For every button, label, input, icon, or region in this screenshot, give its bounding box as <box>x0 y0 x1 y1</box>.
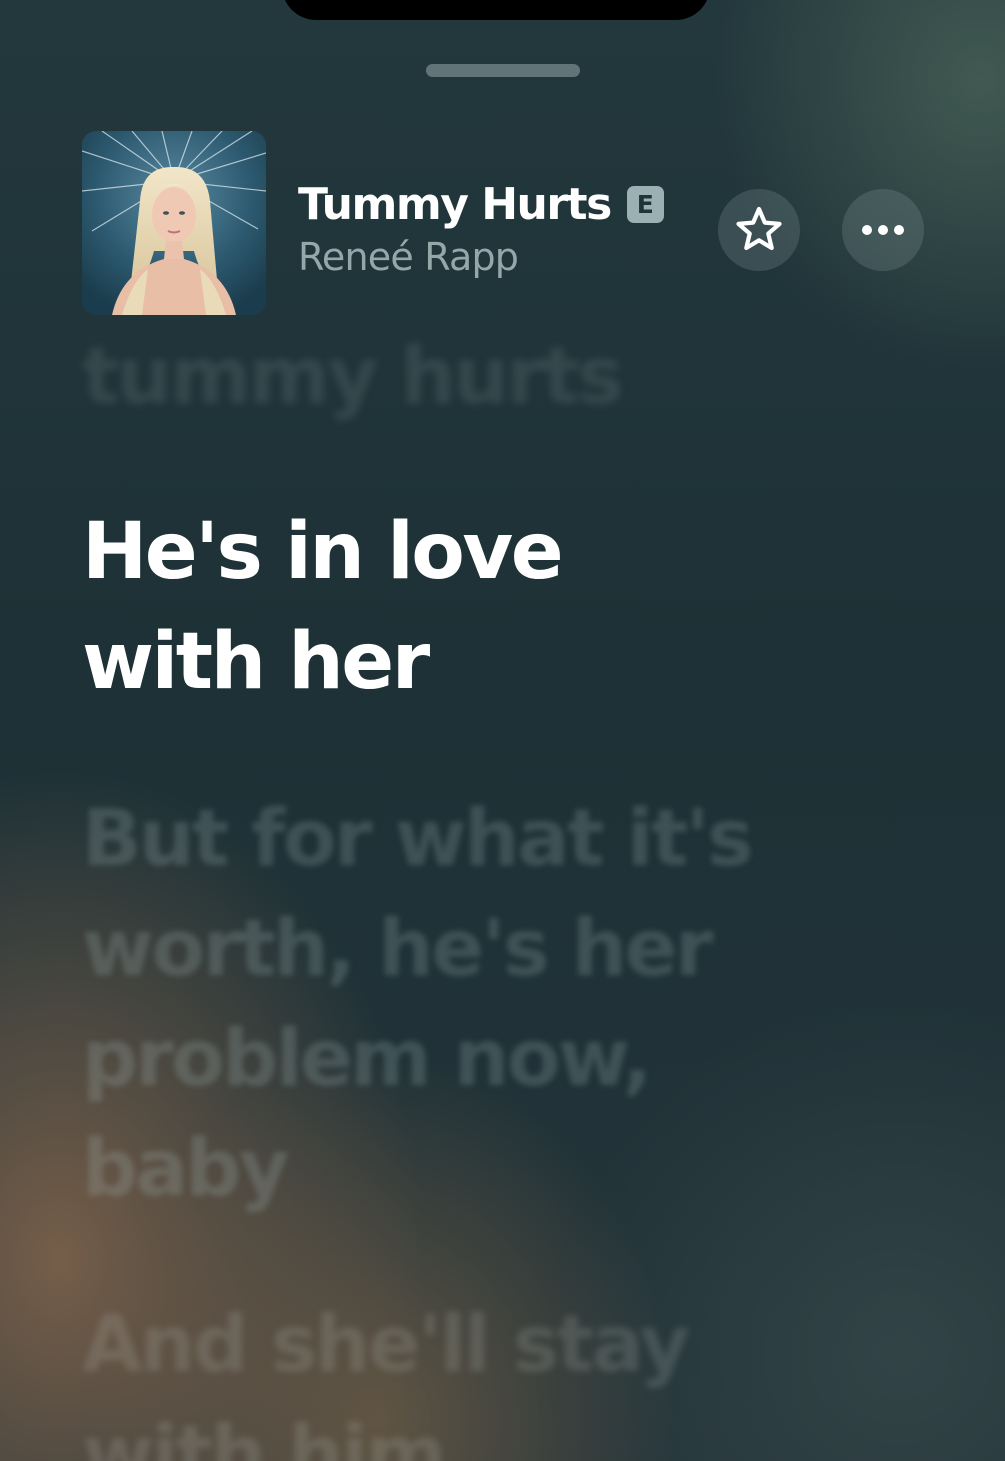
lyric-line-current[interactable]: He's in love with her <box>82 497 722 717</box>
more-button[interactable] <box>842 189 924 271</box>
favorite-button[interactable] <box>718 189 800 271</box>
song-info[interactable]: Tummy Hurts E Reneé Rapp <box>298 179 698 279</box>
song-title: Tummy Hurts <box>298 178 612 230</box>
sheet-grabber-handle[interactable] <box>426 64 580 77</box>
lyric-line-next[interactable]: But for what it's worth, he's her proble… <box>82 784 842 1224</box>
dynamic-island <box>282 0 710 20</box>
now-playing-header: Tummy Hurts E Reneé Rapp <box>82 131 924 315</box>
artist-name[interactable]: Reneé Rapp <box>298 235 698 279</box>
star-icon <box>736 206 782 251</box>
explicit-badge: E <box>626 185 664 223</box>
album-artwork-image <box>82 131 266 315</box>
title-row: Tummy Hurts E <box>298 178 698 230</box>
lyric-line-upcoming[interactable]: And she'll stay with him <box>82 1290 802 1461</box>
album-artwork[interactable] <box>82 131 266 315</box>
lyric-line-previous[interactable]: tummy hurts <box>82 322 842 432</box>
ellipsis-icon <box>862 225 904 235</box>
